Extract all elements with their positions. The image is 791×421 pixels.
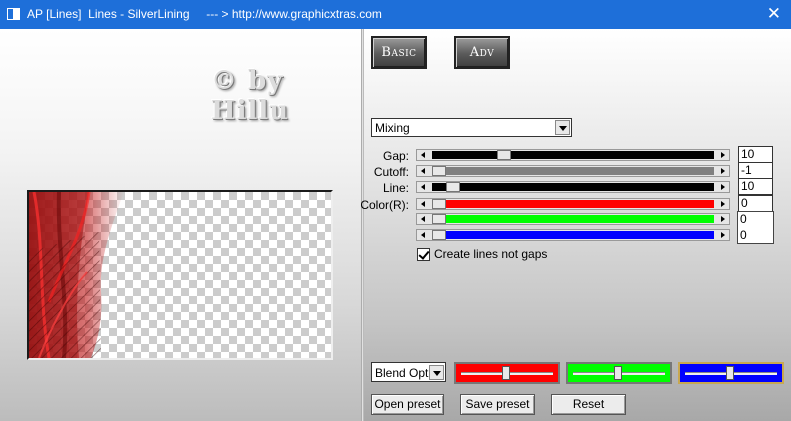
create-lines-label: Create lines not gaps (434, 247, 548, 261)
arrow-right-icon[interactable] (717, 167, 727, 175)
preview-canvas[interactable] (27, 190, 333, 360)
create-lines-checkbox[interactable] (417, 248, 430, 261)
basic-tab-button[interactable]: Basic (371, 36, 427, 69)
blend-options-dropdown[interactable]: Blend Options (371, 362, 446, 382)
color-b-slider-track[interactable] (432, 230, 714, 240)
arrow-right-icon[interactable] (717, 231, 727, 239)
line-slider[interactable] (416, 181, 730, 193)
color-r-slider-track[interactable] (432, 199, 714, 209)
reset-button[interactable]: Reset (551, 394, 626, 415)
preview-image (29, 192, 124, 358)
gap-value[interactable]: 10 (738, 146, 773, 163)
slider-thumb[interactable] (432, 199, 446, 209)
cutoff-slider-track[interactable] (432, 166, 714, 176)
adv-tab-button[interactable]: Adv (454, 36, 510, 69)
green-slider-thumb[interactable] (614, 366, 622, 380)
slider-thumb[interactable] (432, 166, 446, 176)
color-r-value[interactable]: 0 (738, 195, 773, 212)
color-r-slider[interactable] (416, 198, 730, 210)
green-color-slider[interactable] (566, 362, 672, 384)
arrow-right-icon[interactable] (717, 183, 727, 191)
color-g-slider[interactable] (416, 213, 730, 225)
cutoff-value[interactable]: -1 (738, 162, 773, 179)
arrow-left-icon[interactable] (419, 231, 429, 239)
save-preset-button[interactable]: Save preset (460, 394, 535, 415)
arrow-right-icon[interactable] (717, 151, 727, 159)
cutoff-slider[interactable] (416, 165, 730, 177)
title-bar: AP [Lines] Lines - SilverLining --- > ht… (0, 0, 791, 29)
open-preset-button[interactable]: Open preset (371, 394, 444, 415)
gap-slider[interactable] (416, 149, 730, 161)
color-r-label: Color(R): (360, 198, 409, 212)
color-b-value[interactable]: 0 (740, 228, 747, 242)
color-g-slider-track[interactable] (432, 214, 714, 224)
color-b-slider[interactable] (416, 229, 730, 241)
chevron-down-icon[interactable] (429, 365, 444, 380)
chevron-down-icon[interactable] (555, 120, 570, 135)
app-icon (7, 8, 20, 20)
arrow-left-icon[interactable] (419, 183, 429, 191)
blue-color-slider[interactable] (678, 362, 784, 384)
color-gb-value-group: 0 0 (737, 211, 774, 244)
gap-slider-track[interactable] (432, 150, 714, 160)
watermark-line-2: Hillu (211, 96, 290, 126)
red-slider-thumb[interactable] (502, 366, 510, 380)
arrow-left-icon[interactable] (419, 167, 429, 175)
arrow-right-icon[interactable] (717, 215, 727, 223)
slider-thumb[interactable] (497, 150, 511, 160)
watermark-line-1: © by (211, 66, 284, 96)
arrow-left-icon[interactable] (419, 215, 429, 223)
slider-thumb[interactable] (432, 230, 446, 240)
close-icon[interactable]: ✕ (767, 4, 781, 24)
mode-dropdown[interactable]: Mixing (371, 118, 572, 137)
slider-thumb[interactable] (432, 214, 446, 224)
slider-thumb[interactable] (446, 182, 460, 192)
line-slider-track[interactable] (432, 182, 714, 192)
line-label: Line: (382, 181, 409, 195)
color-g-value[interactable]: 0 (740, 212, 747, 226)
blend-options-value: Blend Options (375, 366, 429, 380)
red-color-slider[interactable] (454, 362, 560, 384)
line-value[interactable]: 10 (738, 178, 773, 195)
window-title: AP [Lines] Lines - SilverLining --- > ht… (27, 7, 382, 21)
mode-dropdown-value: Mixing (375, 121, 410, 135)
gap-label: Gap: (382, 149, 409, 163)
arrow-left-icon[interactable] (419, 200, 429, 208)
arrow-right-icon[interactable] (717, 200, 727, 208)
blue-slider-thumb[interactable] (726, 366, 734, 380)
cutoff-label: Cutoff: (373, 165, 409, 179)
arrow-left-icon[interactable] (419, 151, 429, 159)
